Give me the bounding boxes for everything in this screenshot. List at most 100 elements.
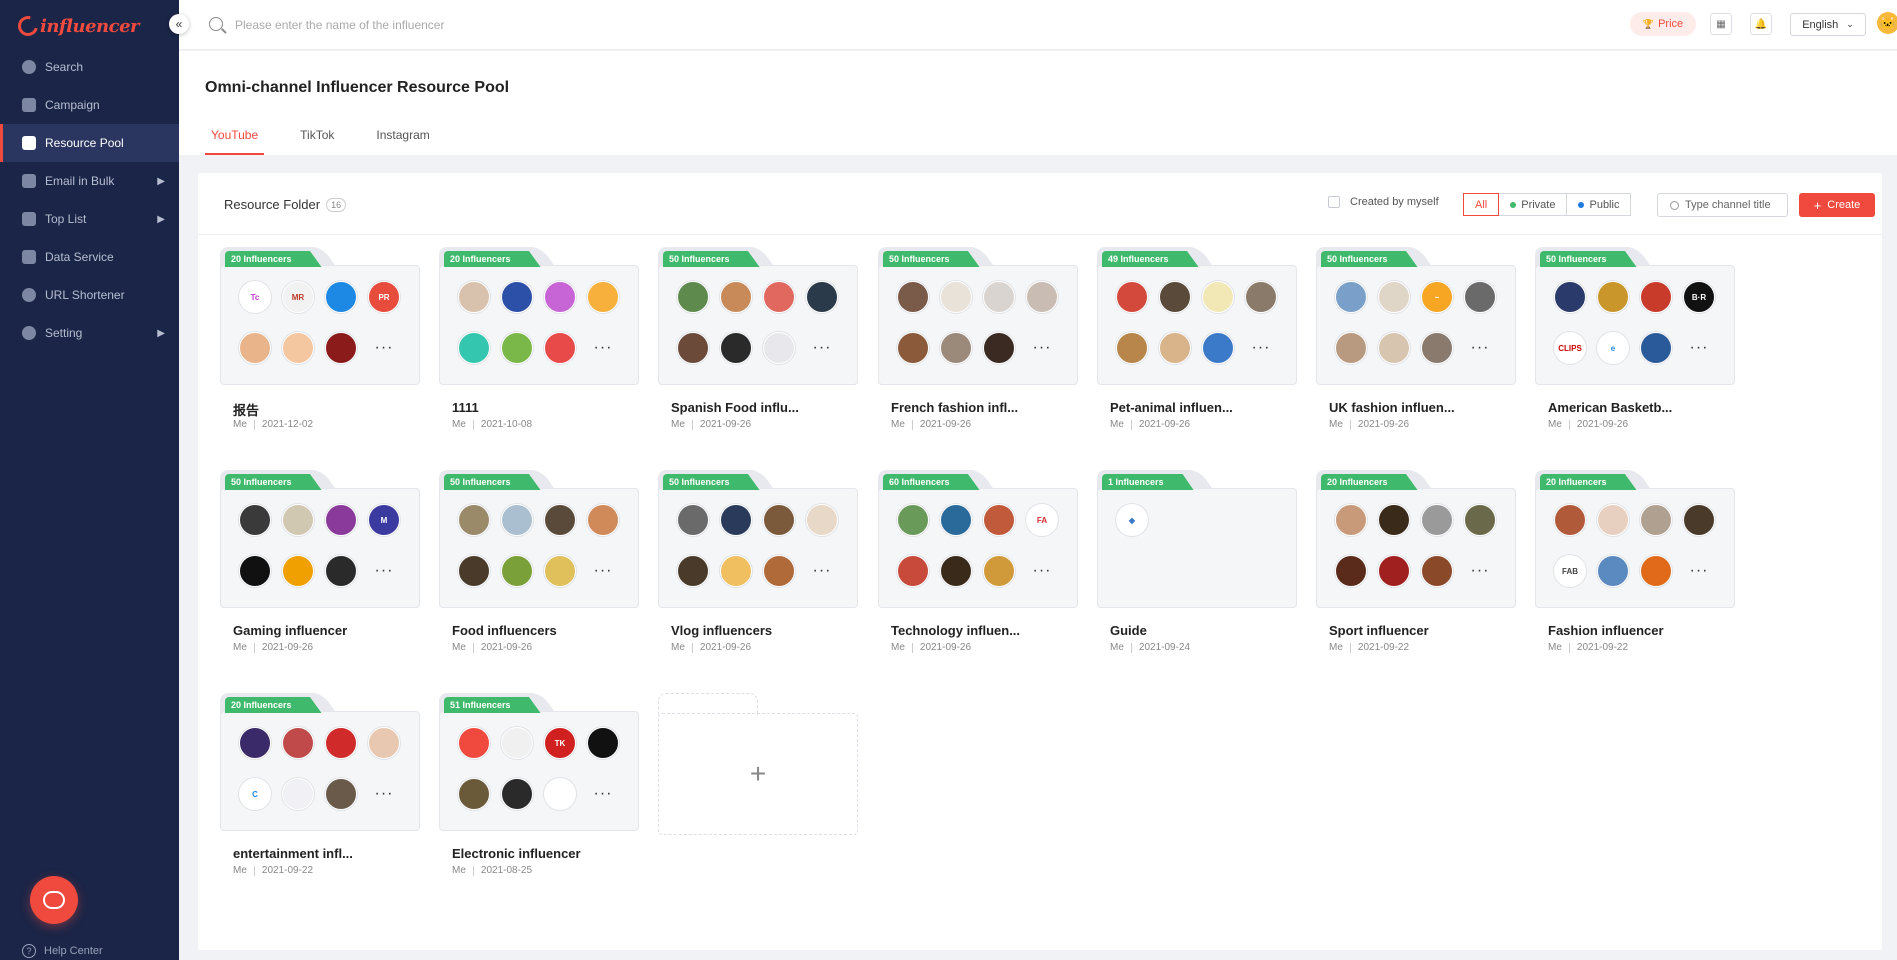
folder-card[interactable]: 20 Influencers ··· Sport influencer Me 2021-…	[1316, 470, 1516, 662]
folder-card[interactable]: 49 Influencers ··· Pet-animal influen... Me…	[1097, 247, 1297, 439]
folder-name: Technology influen...	[891, 623, 1021, 638]
tab-tiktok[interactable]: TikTok	[294, 115, 340, 155]
folder-card[interactable]: 1 Influencers ◆ Guide Me 2021-09-24	[1097, 470, 1297, 662]
more-icon: ···	[1689, 339, 1709, 356]
influencer-avatar	[1554, 281, 1586, 313]
influencer-avatar	[458, 778, 490, 810]
compass-icon	[22, 60, 36, 74]
influencer-avatar	[720, 555, 752, 587]
folder-card[interactable]: 50 Influencers ··· Food influencers Me 2021-…	[439, 470, 639, 662]
search-icon	[1670, 200, 1679, 210]
user-avatar[interactable]: 🐱	[1877, 12, 1897, 34]
influencer-avatar	[458, 281, 490, 313]
folder-meta: Me 2021-09-26	[891, 642, 971, 653]
grid-apps-button[interactable]: ▦	[1710, 13, 1732, 35]
influencer-avatar	[544, 504, 576, 536]
influencer-avatar	[897, 555, 929, 587]
avatar-grid: ◆	[1116, 504, 1277, 587]
meta-divider	[1130, 642, 1132, 653]
folder-body: ···	[1316, 488, 1516, 608]
influencer-avatar	[587, 281, 619, 313]
influencer-avatar: e	[1597, 332, 1629, 364]
sidebar-item-label: Campaign	[45, 98, 100, 112]
folder-card[interactable]: 50 Influencers M ··· Gaming influencer Me 202…	[220, 470, 420, 662]
folder-card[interactable]: 50 Influencers ··· Vlog influencers Me 2021-…	[658, 470, 858, 662]
meta-divider	[691, 642, 693, 653]
influencer-avatar: PR	[368, 281, 400, 313]
add-folder-card[interactable]: +	[658, 693, 858, 841]
influencer-avatar	[1159, 281, 1191, 313]
influencer-avatar	[325, 504, 357, 536]
line-chart-icon	[22, 250, 36, 264]
avatar-grid: Tc MR PR ···	[239, 281, 400, 364]
tab-instagram[interactable]: Instagram	[370, 115, 435, 155]
help-center-link[interactable]: ? Help Center	[22, 944, 103, 958]
influencer-search-input[interactable]	[235, 13, 735, 37]
more-icon: ···	[1251, 339, 1271, 356]
influencer-avatar	[763, 555, 795, 587]
tab-youtube[interactable]: YouTube	[205, 115, 265, 155]
sidebar-item-search[interactable]: Search	[0, 48, 179, 86]
folder-card[interactable]: 50 Influencers ··· Spanish Food influ... Me…	[658, 247, 858, 439]
create-folder-button[interactable]: + Create	[1799, 193, 1875, 217]
influencer-avatar	[983, 504, 1015, 536]
chat-button[interactable]	[30, 876, 78, 924]
folder-name: Vlog influencers	[671, 623, 773, 638]
folder-date: 2021-09-26	[480, 642, 533, 653]
folder-date: 2021-09-24	[1138, 642, 1191, 653]
folder-count-badge: 16	[326, 197, 347, 212]
filter-private-button[interactable]: Private	[1498, 193, 1568, 216]
folder-meta: Me 2021-09-26	[1548, 419, 1628, 430]
folder-body: ···	[439, 265, 639, 385]
expand-arrow-icon: ▶	[157, 213, 165, 225]
meta-divider	[1568, 642, 1570, 653]
folder-card[interactable]: 50 Influencers B·R CLIPS e ··· American Baske…	[1535, 247, 1735, 439]
influencer-avatar	[1335, 332, 1367, 364]
top-bar: 🏆 Price ▦ 🔔 English ⌄ 🐱	[179, 0, 1897, 50]
folder-card[interactable]: 20 Influencers FAB ··· Fashion influencer Me…	[1535, 470, 1735, 662]
filter-all-button[interactable]: All	[1463, 193, 1500, 216]
page-header: Omni-channel Influencer Resource Pool Yo…	[179, 51, 1897, 155]
influencer-avatar	[1597, 281, 1629, 313]
collapse-sidebar-button[interactable]: «	[169, 14, 189, 34]
folder-owner: Me	[671, 419, 685, 430]
folder-card[interactable]: 60 Influencers FA ··· Technology influen...…	[878, 470, 1078, 662]
chat-icon	[43, 891, 65, 909]
folder-name: French fashion infl...	[891, 400, 1019, 415]
influencer-avatar	[1026, 281, 1058, 313]
folder-meta: Me 2021-09-26	[1110, 419, 1190, 430]
avatar-grid: ···	[458, 504, 619, 587]
created-by-myself-checkbox[interactable]: Created by myself	[1328, 196, 1439, 208]
influencer-avatar: ~	[1421, 281, 1453, 313]
notifications-button[interactable]: 🔔	[1750, 13, 1772, 35]
sidebar-item-data-service[interactable]: Data Service	[0, 238, 179, 276]
sidebar-item-setting[interactable]: Setting ▶	[0, 314, 179, 352]
app-logo[interactable]: influencer	[14, 12, 140, 40]
influencer-avatar	[1116, 332, 1148, 364]
channel-title-input[interactable]	[1685, 199, 1785, 211]
influencer-count-badge: 1 Influencers	[1102, 474, 1194, 490]
price-button[interactable]: 🏆 Price	[1630, 12, 1696, 36]
folder-body: ···	[878, 265, 1078, 385]
folder-card[interactable]: 51 Influencers TK ··· Electronic influencer…	[439, 693, 639, 885]
folder-card[interactable]: 50 Influencers ··· French fashion infl... M…	[878, 247, 1078, 439]
folder-card[interactable]: 20 Influencers C ··· entertainment infl... M…	[220, 693, 420, 885]
folder-card[interactable]: 50 Influencers ~ ··· UK fashion influen... M…	[1316, 247, 1516, 439]
filter-public-button[interactable]: Public	[1566, 193, 1632, 216]
folder-name: Pet-animal influen...	[1110, 400, 1233, 415]
sidebar-item-top-list[interactable]: Top List ▶	[0, 200, 179, 238]
visibility-filter: All Private Public	[1463, 193, 1632, 216]
sidebar-item-resource-pool[interactable]: Resource Pool	[0, 124, 179, 162]
filter-all-label: All	[1475, 198, 1488, 211]
sidebar-item-email-in-bulk[interactable]: Email in Bulk ▶	[0, 162, 179, 200]
folder-date: 2021-10-08	[480, 419, 533, 430]
sidebar-item-label: Search	[45, 60, 84, 74]
sidebar-item-campaign[interactable]: Campaign	[0, 86, 179, 124]
folder-date: 2021-09-26	[699, 642, 752, 653]
checkbox-box[interactable]	[1328, 196, 1340, 208]
language-select[interactable]: English ⌄	[1790, 13, 1866, 36]
folder-card[interactable]: 20 Influencers ··· 1111 Me 2021-10-08	[439, 247, 639, 439]
folder-card[interactable]: 20 Influencers Tc MR PR ··· 报告 Me 2021-12-02	[220, 247, 420, 439]
meta-divider	[1568, 419, 1570, 430]
sidebar-item-url-shortener[interactable]: URL Shortener	[0, 276, 179, 314]
